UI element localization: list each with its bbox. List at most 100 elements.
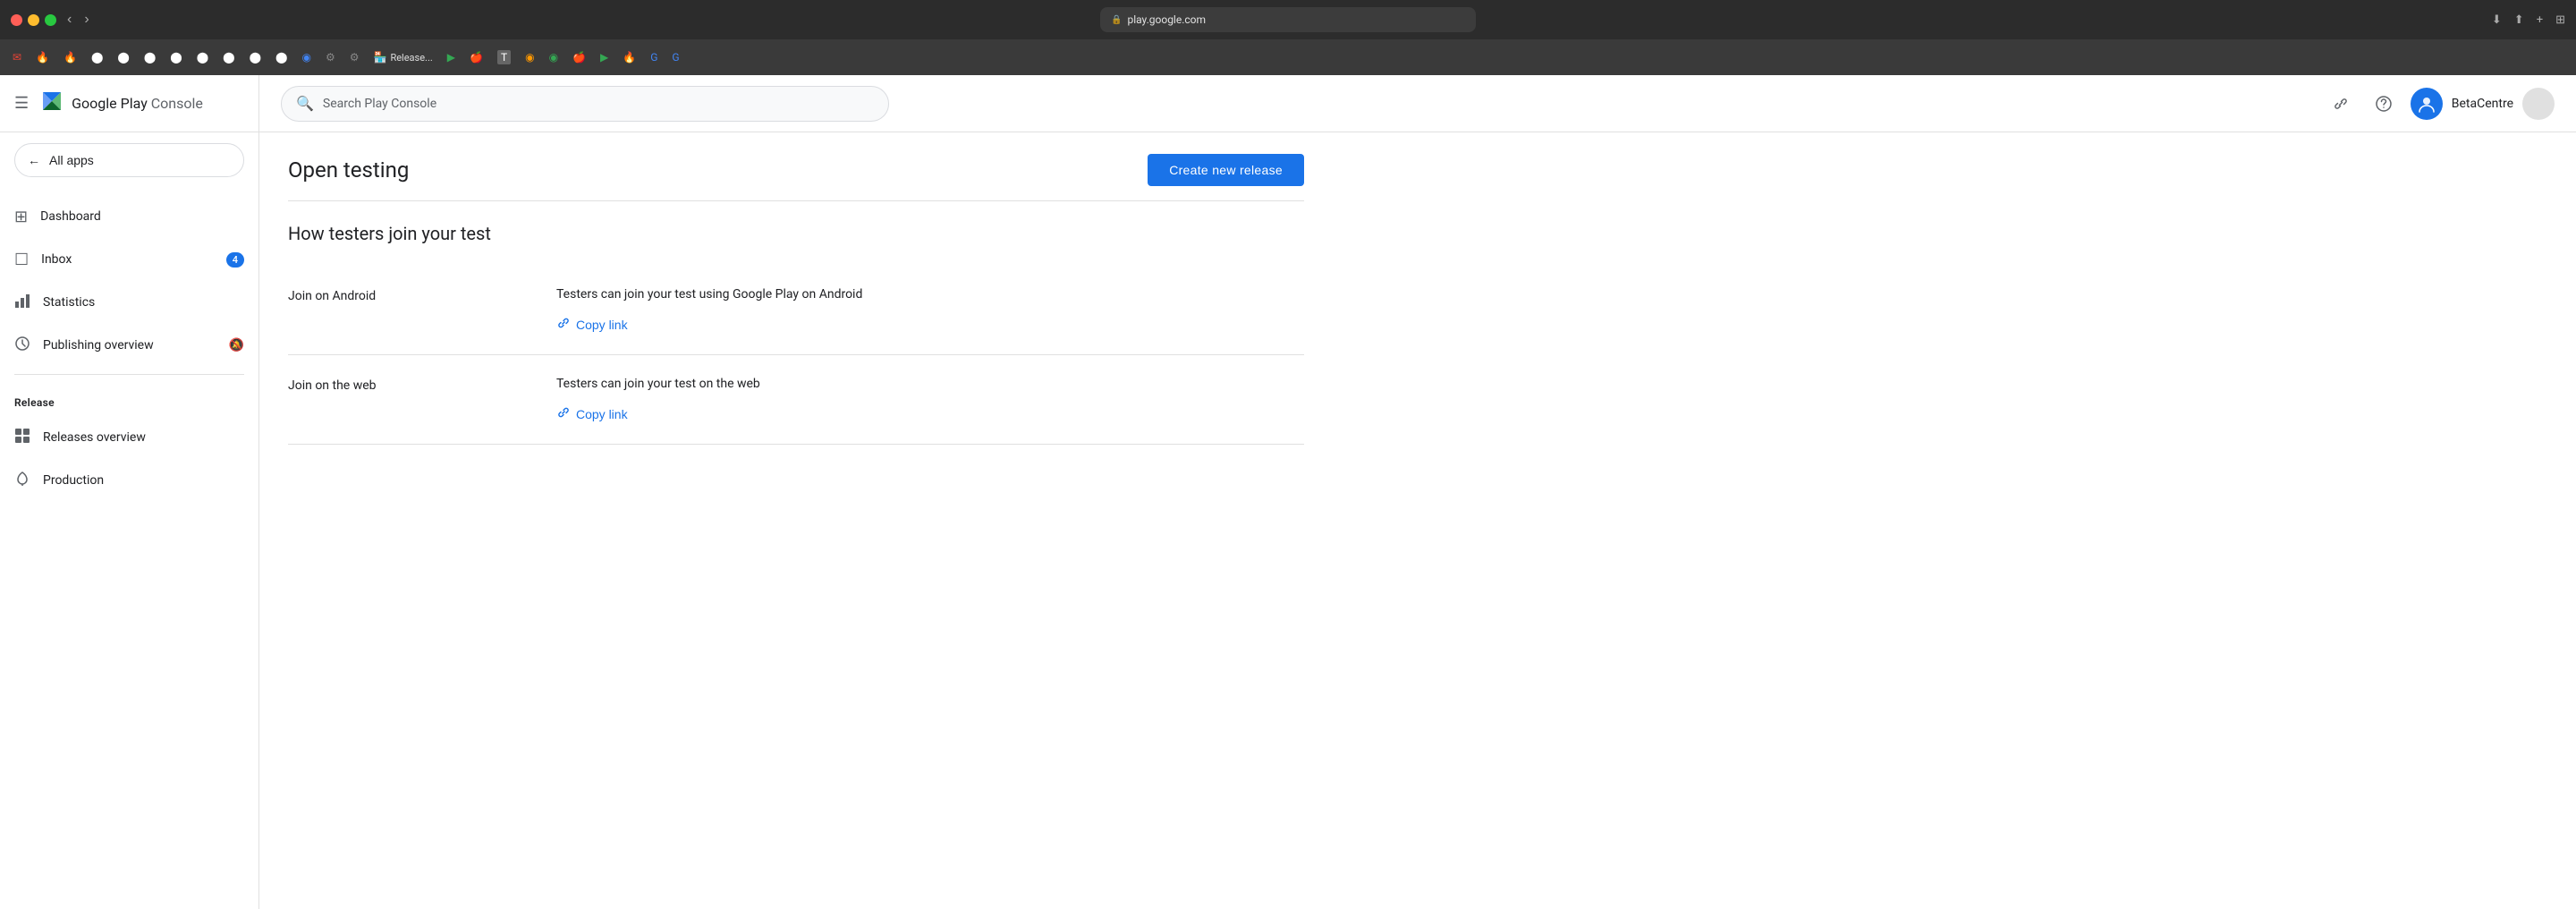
- bookmark-blue[interactable]: ◉: [296, 45, 316, 70]
- logo-area: Google Play Console: [39, 89, 203, 119]
- join-details-web: Testers can join your test on the web Co…: [556, 377, 1304, 422]
- inbox-icon: ☐: [14, 251, 29, 269]
- bookmark-play[interactable]: ▶: [442, 45, 461, 70]
- bookmark-play2[interactable]: ▶: [595, 45, 614, 70]
- top-bar: 🔍 Search Play Console: [259, 75, 2576, 132]
- help-icon-btn[interactable]: [2368, 88, 2400, 120]
- logo-text: Google Play Console: [72, 95, 203, 112]
- bookmark-2[interactable]: 🔥: [58, 45, 82, 70]
- sidebar-item-label: Releases overview: [43, 430, 244, 445]
- sidebar-item-inbox[interactable]: ☐ Inbox 4: [0, 238, 258, 281]
- avatar[interactable]: [2411, 88, 2443, 120]
- browser-toolbar: ✉ 🔥 🔥 ⬤ ⬤ ⬤ ⬤ ⬤ ⬤ ⬤ ⬤ ◉ ⚙ ⚙ 🏪 Release...…: [0, 39, 2576, 75]
- copy-link-web-button[interactable]: Copy link: [556, 405, 1304, 422]
- bookmark-g1[interactable]: G: [645, 45, 663, 70]
- app-container: ☰ Google Play Console ← All apps: [0, 75, 2576, 909]
- bookmark-t[interactable]: T: [492, 45, 516, 70]
- production-icon: [14, 471, 30, 491]
- join-description-android: Testers can join your test using Google …: [556, 287, 1304, 302]
- sidebar-item-label: Publishing overview: [43, 338, 216, 353]
- bookmark-gear-1[interactable]: ⚙: [320, 45, 341, 70]
- create-new-release-button[interactable]: Create new release: [1148, 154, 1304, 186]
- lock-icon: 🔒: [1111, 15, 1122, 25]
- new-tab-icon[interactable]: +: [2537, 13, 2543, 27]
- titlebar-center: 🔒 play.google.com: [1100, 7, 1476, 32]
- page-title: Open testing: [288, 157, 409, 183]
- page-header: Open testing Create new release: [288, 154, 1304, 201]
- sidebar-item-label: Statistics: [43, 295, 244, 310]
- section-title: How testers join your test: [288, 223, 1304, 244]
- url-text: play.google.com: [1127, 13, 1206, 26]
- share-icon[interactable]: ⬆: [2514, 13, 2524, 27]
- bookmark-gh-1[interactable]: ⬤: [86, 45, 108, 70]
- forward-button[interactable]: ›: [80, 10, 92, 30]
- bookmark-gh-6[interactable]: ⬤: [217, 45, 240, 70]
- download-icon[interactable]: ⬇: [2492, 13, 2502, 27]
- copy-link-android-button[interactable]: Copy link: [556, 316, 1304, 333]
- nav-buttons: ‹ ›: [64, 10, 93, 30]
- hamburger-menu[interactable]: ☰: [14, 94, 29, 113]
- sidebar-item-label: Inbox: [41, 252, 214, 267]
- bookmark-gh-2[interactable]: ⬤: [112, 45, 134, 70]
- sidebar-item-publishing-overview[interactable]: Publishing overview 🔕: [0, 324, 258, 367]
- search-bar[interactable]: 🔍 Search Play Console: [281, 86, 889, 122]
- statistics-icon: [14, 293, 30, 313]
- sidebar-item-label: Production: [43, 473, 244, 488]
- join-details-android: Testers can join your test using Google …: [556, 287, 1304, 333]
- all-apps-button[interactable]: ← All apps: [14, 143, 244, 177]
- notifications-off-icon: 🔕: [229, 338, 244, 353]
- bookmark-orange[interactable]: ◉: [520, 45, 539, 70]
- sidebar-item-production[interactable]: Production: [0, 459, 258, 502]
- bookmark-apple2[interactable]: 🍎: [567, 45, 591, 70]
- close-button[interactable]: [11, 14, 22, 26]
- bookmark-gear-2[interactable]: ⚙: [344, 45, 365, 70]
- join-label-web: Join on the web: [288, 377, 556, 422]
- bookmark-fire2[interactable]: 🔥: [617, 45, 641, 70]
- sidebar-header: ☰ Google Play Console: [0, 75, 258, 132]
- bookmark-apple[interactable]: 🍎: [464, 45, 488, 70]
- bookmark-g2[interactable]: G: [666, 45, 684, 70]
- bookmark-gh-8[interactable]: ⬤: [270, 45, 292, 70]
- titlebar: ‹ › 🔒 play.google.com ⬇ ⬆ + ⊞: [0, 0, 2576, 39]
- url-bar[interactable]: 🔒 play.google.com: [1100, 7, 1476, 32]
- user-avatar-secondary[interactable]: [2522, 88, 2555, 120]
- inbox-badge: 4: [226, 252, 244, 268]
- sidebar-item-dashboard[interactable]: ⊞ Dashboard: [0, 195, 258, 238]
- search-placeholder: Search Play Console: [323, 97, 436, 111]
- join-row-android: Join on Android Testers can join your te…: [288, 266, 1304, 355]
- sidebar-item-statistics[interactable]: Statistics: [0, 281, 258, 324]
- bookmark-1[interactable]: 🔥: [30, 45, 55, 70]
- dashboard-icon: ⊞: [14, 208, 28, 226]
- join-row-web: Join on the web Testers can join your te…: [288, 355, 1304, 445]
- join-rows: Join on Android Testers can join your te…: [288, 266, 1304, 445]
- back-arrow-icon: ←: [28, 153, 40, 167]
- maximize-button[interactable]: [45, 14, 56, 26]
- play-console-logo: [39, 89, 64, 119]
- user-name: BetaCentre: [2452, 97, 2513, 111]
- grid-icon[interactable]: ⊞: [2555, 13, 2565, 27]
- sidebar-item-label: Dashboard: [40, 209, 244, 224]
- main-content: 🔍 Search Play Console: [259, 75, 2576, 909]
- bookmark-release[interactable]: 🏪 Release...: [368, 45, 437, 70]
- link-icon-btn[interactable]: [2325, 88, 2357, 120]
- sidebar-item-releases-overview[interactable]: Releases overview: [0, 416, 258, 459]
- bookmark-green[interactable]: ◉: [544, 45, 564, 70]
- user-info: BetaCentre: [2411, 88, 2555, 120]
- release-section-title: Release: [0, 382, 258, 416]
- sidebar: ☰ Google Play Console ← All apps: [0, 75, 259, 909]
- join-description-web: Testers can join your test on the web: [556, 377, 1304, 391]
- page-content: Open testing Create new release How test…: [259, 132, 1333, 466]
- join-label-android: Join on Android: [288, 287, 556, 333]
- minimize-button[interactable]: [28, 14, 39, 26]
- link-icon: [556, 316, 571, 333]
- bookmark-gh-5[interactable]: ⬤: [191, 45, 214, 70]
- titlebar-icons: ⬇ ⬆ + ⊞: [2492, 13, 2565, 27]
- bookmark-gh-7[interactable]: ⬤: [244, 45, 267, 70]
- sidebar-divider: [14, 374, 244, 375]
- top-bar-actions: BetaCentre: [2325, 88, 2555, 120]
- releases-overview-icon: [14, 428, 30, 448]
- bookmark-gmail[interactable]: ✉: [7, 45, 27, 70]
- bookmark-gh-3[interactable]: ⬤: [139, 45, 161, 70]
- back-button[interactable]: ‹: [64, 10, 75, 30]
- bookmark-gh-4[interactable]: ⬤: [165, 45, 187, 70]
